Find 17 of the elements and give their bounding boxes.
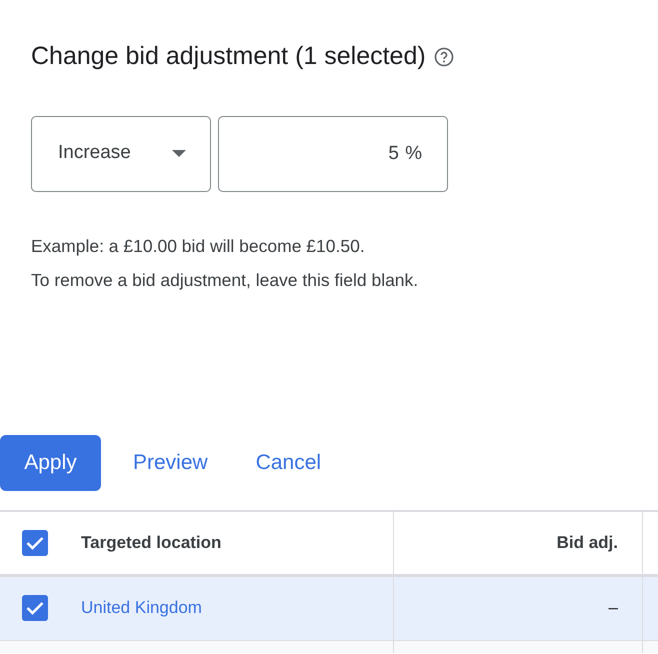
table-cell-text: – [608,597,618,620]
help-icon[interactable] [434,46,454,67]
help-text: To remove a bid adjustment, leave this field blank. [31,268,420,292]
column-header[interactable]: Targeted location [81,530,222,556]
help-text: Example: a £10.00 bid will become £10.50. [31,234,366,258]
location-link[interactable]: United Kingdom [81,595,202,621]
dialog-title: Change bid adjustment (1 selected) [31,41,426,72]
direction-dropdown[interactable]: Increase [31,116,211,192]
caret-icon [172,150,186,158]
checkbox[interactable] [22,530,48,556]
checkbox[interactable] [22,595,48,621]
primary-button[interactable]: Apply [0,434,101,490]
percent-sign: % [405,141,422,166]
column-header[interactable]: Bid adj. [556,530,618,556]
text-button[interactable]: Cancel [240,446,338,478]
text-button[interactable]: Preview [117,446,224,478]
table-row[interactable]: United Kingdom – [0,576,658,640]
